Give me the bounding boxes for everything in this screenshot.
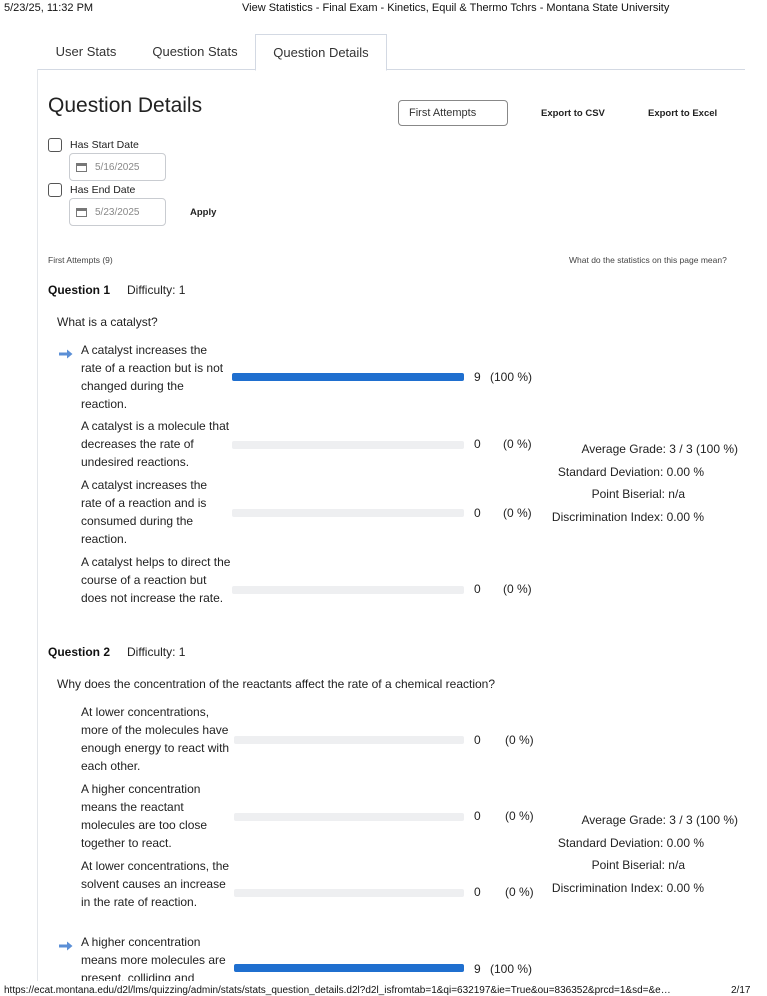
- answer-text: A catalyst helps to direct the course of…: [81, 555, 231, 605]
- calendar-icon: [76, 163, 87, 172]
- answer-text: A catalyst increases the rate of a react…: [81, 478, 208, 546]
- answer-count: 0: [474, 733, 481, 747]
- answer-bar: [234, 736, 464, 744]
- print-page-title: View Statistics - Final Exam - Kinetics,…: [242, 2, 670, 14]
- apply-button[interactable]: Apply: [190, 207, 216, 218]
- answer-bar: [232, 441, 464, 449]
- answer-count: 0: [474, 437, 481, 451]
- answer-count: 9: [474, 370, 481, 384]
- point-biserial: Point Biserial: n/a: [591, 487, 685, 501]
- answer-text: A catalyst increases the rate of a react…: [81, 343, 224, 411]
- question-text: Why does the concentration of the reacta…: [57, 677, 496, 691]
- answer-percent: (0 %): [503, 437, 532, 451]
- answer-count: 9: [474, 962, 481, 976]
- answer-text: A higher concentration means the reactan…: [81, 782, 208, 850]
- average-grade: Average Grade: 3 / 3 (100 %): [581, 813, 738, 827]
- standard-deviation: Standard Deviation: 0.00 %: [557, 836, 704, 850]
- has-start-date-checkbox[interactable]: [48, 138, 62, 152]
- calendar-icon: [76, 208, 87, 217]
- answer-percent: (100 %): [490, 962, 533, 976]
- answer-percent: (0 %): [503, 582, 532, 596]
- answer-bar: [234, 964, 464, 972]
- answer-bar: [232, 586, 464, 594]
- content-border: [37, 69, 38, 996]
- print-footer-url: https://ecat.montana.edu/d2l/lms/quizzin…: [4, 985, 671, 996]
- correct-answer-arrow-icon: [59, 941, 73, 951]
- discrimination-index: Discrimination Index: 0.00 %: [551, 881, 704, 895]
- answer-bar: [234, 813, 464, 821]
- answer-count: 0: [474, 809, 481, 823]
- question-difficulty: Difficulty: 1: [127, 645, 186, 659]
- question-text: What is a catalyst?: [57, 315, 158, 329]
- print-datetime: 5/23/25, 11:32 PM: [4, 2, 94, 14]
- answer-text: At lower concentrations, more of the mol…: [81, 705, 230, 773]
- question-title: Question 2: [48, 645, 111, 659]
- average-grade: Average Grade: 3 / 3 (100 %): [581, 442, 738, 456]
- answer-count: 0: [474, 506, 481, 520]
- has-start-date-label: Has Start Date: [70, 139, 139, 151]
- answer-bar: [232, 373, 464, 381]
- start-date-input[interactable]: 5/16/2025: [69, 153, 166, 181]
- answer-count: 0: [474, 885, 481, 899]
- end-date-input[interactable]: 5/23/2025: [69, 198, 166, 226]
- answer-percent: (100 %): [490, 370, 533, 384]
- answer-text: At lower concentrations, the solvent cau…: [81, 859, 230, 909]
- has-end-date-checkbox[interactable]: [48, 183, 62, 197]
- attempts-count: First Attempts (9): [48, 255, 113, 265]
- tab-question-stats[interactable]: Question Stats: [140, 34, 250, 69]
- attempts-select[interactable]: First Attempts: [398, 100, 508, 126]
- print-footer-page: 2/17: [731, 985, 751, 996]
- standard-deviation: Standard Deviation: 0.00 %: [557, 465, 704, 479]
- answer-text: A catalyst is a molecule that decreases …: [81, 419, 230, 469]
- tab-question-details[interactable]: Question Details: [255, 34, 387, 71]
- answer-bar: [234, 889, 464, 897]
- tabs-divider: [37, 69, 745, 70]
- page-title: Question Details: [48, 94, 203, 117]
- start-date-value: 5/16/2025: [95, 161, 140, 173]
- answer-bar: [232, 509, 464, 517]
- statistics-help-link[interactable]: What do the statistics on this page mean…: [569, 255, 727, 265]
- correct-answer-arrow-icon: [59, 349, 73, 359]
- has-end-date-label: Has End Date: [70, 184, 136, 196]
- export-excel-link[interactable]: Export to Excel: [648, 108, 717, 119]
- point-biserial: Point Biserial: n/a: [591, 858, 685, 872]
- answer-text: A higher concentration means more molecu…: [81, 935, 226, 981]
- answer-percent: (0 %): [505, 809, 534, 823]
- answer-percent: (0 %): [503, 506, 532, 520]
- answer-count: 0: [474, 582, 481, 596]
- end-date-value: 5/23/2025: [95, 206, 140, 218]
- tab-user-stats[interactable]: User Stats: [44, 34, 128, 69]
- export-csv-link[interactable]: Export to CSV: [541, 108, 605, 119]
- discrimination-index: Discrimination Index: 0.00 %: [551, 510, 704, 524]
- answer-percent: (0 %): [505, 733, 534, 747]
- answer-percent: (0 %): [505, 885, 534, 899]
- question-title: Question 1: [48, 283, 111, 297]
- question-difficulty: Difficulty: 1: [127, 283, 186, 297]
